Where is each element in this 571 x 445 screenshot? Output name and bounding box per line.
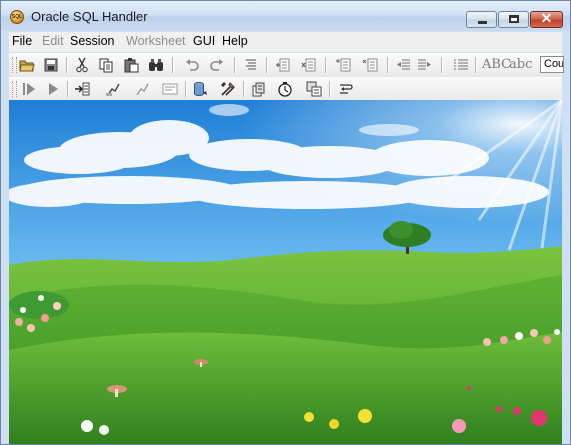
delete-row-button[interactable] <box>300 56 318 74</box>
toolbar-grip[interactable] <box>12 81 17 97</box>
explain-plan-button[interactable] <box>104 80 122 98</box>
cut-button[interactable] <box>73 56 91 74</box>
window-title: Oracle SQL Handler <box>31 9 148 24</box>
minimize-button[interactable] <box>466 11 497 28</box>
menu-file[interactable]: File <box>12 34 32 48</box>
cut-icon <box>76 57 88 73</box>
maximize-icon <box>509 15 519 23</box>
outdent-icon <box>397 59 410 70</box>
schema-browser-button[interactable] <box>305 80 323 98</box>
paste-icon <box>124 58 139 73</box>
copy-icon <box>99 58 113 73</box>
database-connect-button[interactable] <box>192 80 210 98</box>
commit-icon <box>136 83 149 96</box>
insert-row-icon <box>276 58 290 72</box>
delete-row-icon <box>301 58 316 72</box>
lowercase-button[interactable]: abc <box>509 57 532 72</box>
insert-row-button[interactable] <box>274 56 292 74</box>
explain-plan-icon <box>106 83 120 96</box>
find-button[interactable] <box>147 56 165 74</box>
close-button[interactable]: ✕ <box>530 10 563 28</box>
add-column-icon <box>336 58 351 72</box>
tools-button[interactable] <box>219 80 237 98</box>
desktop-background <box>9 100 562 444</box>
close-icon: ✕ <box>540 10 553 26</box>
history-button[interactable] <box>249 80 267 98</box>
remove-column-button[interactable] <box>361 56 379 74</box>
app-window: SQL Oracle SQL Handler ✕ File Edit Sessi… <box>0 0 571 445</box>
indent-block-button[interactable] <box>242 56 260 74</box>
run-step-button[interactable] <box>44 80 62 98</box>
redo-icon <box>210 59 223 71</box>
outdent-button[interactable] <box>395 56 413 74</box>
menu-help[interactable]: Help <box>222 34 248 48</box>
maximize-button[interactable] <box>498 11 529 28</box>
run-step-icon <box>49 83 58 95</box>
indent-button[interactable] <box>415 56 433 74</box>
database-connect-icon <box>194 82 207 96</box>
toolbar-grip[interactable] <box>12 57 17 73</box>
rollback-button[interactable] <box>161 80 179 98</box>
save-icon <box>44 58 58 72</box>
add-column-button[interactable] <box>334 56 352 74</box>
execution-toolbar <box>9 77 562 102</box>
undo-button[interactable] <box>183 56 201 74</box>
indent-icon <box>418 59 431 70</box>
green-hills-wallpaper <box>9 100 562 444</box>
tools-icon <box>221 82 235 96</box>
menu-bar: File Edit Session Worksheet GUI Help <box>9 32 562 52</box>
menu-edit[interactable]: Edit <box>42 34 64 48</box>
wrap-icon <box>340 84 353 94</box>
wrap-button[interactable] <box>337 80 355 98</box>
menu-session[interactable]: Session <box>70 34 114 48</box>
menu-gui[interactable]: GUI <box>193 34 215 48</box>
remove-column-icon <box>362 58 378 72</box>
title-bar[interactable]: SQL Oracle SQL Handler ✕ <box>1 1 570 31</box>
commit-button[interactable] <box>133 80 151 98</box>
history-icon <box>252 82 265 97</box>
database-app-icon[interactable]: SQL <box>10 10 24 24</box>
indent-block-icon <box>246 59 256 70</box>
execute-script-button[interactable] <box>73 80 91 98</box>
timer-icon <box>278 82 292 97</box>
run-button[interactable] <box>20 80 38 98</box>
uppercase-button[interactable]: ABC <box>482 57 511 72</box>
redo-button[interactable] <box>208 56 226 74</box>
open-folder-icon <box>19 60 35 72</box>
execute-script-icon <box>75 82 90 96</box>
timer-button[interactable] <box>276 80 294 98</box>
paste-button[interactable] <box>122 56 140 74</box>
list-icon <box>454 59 468 70</box>
font-combo[interactable]: Cou <box>540 56 564 73</box>
list-button[interactable] <box>452 56 470 74</box>
undo-icon <box>186 59 199 71</box>
find-icon <box>149 59 163 71</box>
copy-button[interactable] <box>97 56 115 74</box>
rollback-icon <box>162 83 178 95</box>
minimize-icon <box>478 21 487 24</box>
run-icon <box>23 83 35 95</box>
open-button[interactable] <box>18 56 36 74</box>
main-toolbar: ABC abc Cou <box>9 53 564 78</box>
menu-worksheet[interactable]: Worksheet <box>126 34 186 48</box>
schema-browser-icon <box>306 81 322 97</box>
save-button[interactable] <box>42 56 60 74</box>
